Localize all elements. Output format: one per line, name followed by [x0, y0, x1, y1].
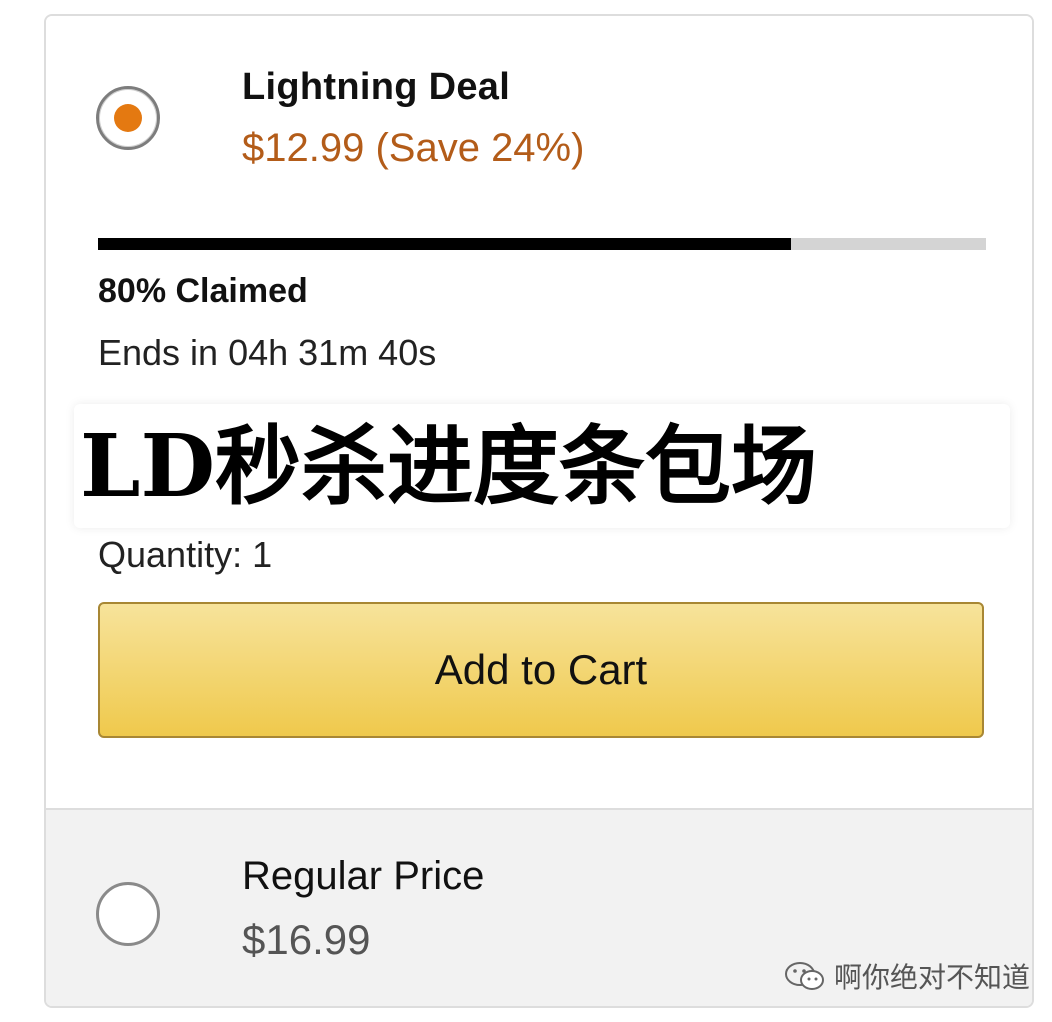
claimed-progress-bar — [98, 238, 986, 250]
deal-selector-card: Lightning Deal $12.99 (Save 24%) 80% Cla… — [44, 14, 1034, 1008]
lightning-deal-option[interactable]: Lightning Deal $12.99 (Save 24%) 80% Cla… — [46, 16, 1032, 808]
add-to-cart-button[interactable]: Add to Cart — [98, 602, 984, 738]
claimed-percentage: 80% Claimed — [98, 272, 308, 310]
regular-price-radio[interactable] — [96, 882, 160, 946]
watermark-text: 啊你绝对不知道 — [834, 962, 1031, 993]
lightning-deal-radio[interactable] — [96, 86, 160, 150]
regular-price-title: Regular Price — [242, 854, 485, 898]
wechat-icon — [785, 962, 824, 990]
regular-price-value: $16.99 — [242, 916, 371, 963]
radio-selected-dot — [114, 104, 142, 132]
lightning-deal-price: $12.99 (Save 24%) — [242, 126, 585, 170]
deal-countdown: Ends in 04h 31m 40s — [98, 332, 437, 373]
watermark: 啊你绝对不知道 — [784, 956, 1030, 996]
overlay-caption: LD秒杀进度条包场 — [80, 416, 818, 517]
claimed-progress-fill — [98, 238, 791, 250]
quantity-label[interactable]: Quantity: 1 — [98, 534, 272, 576]
lightning-deal-title: Lightning Deal — [242, 66, 511, 108]
